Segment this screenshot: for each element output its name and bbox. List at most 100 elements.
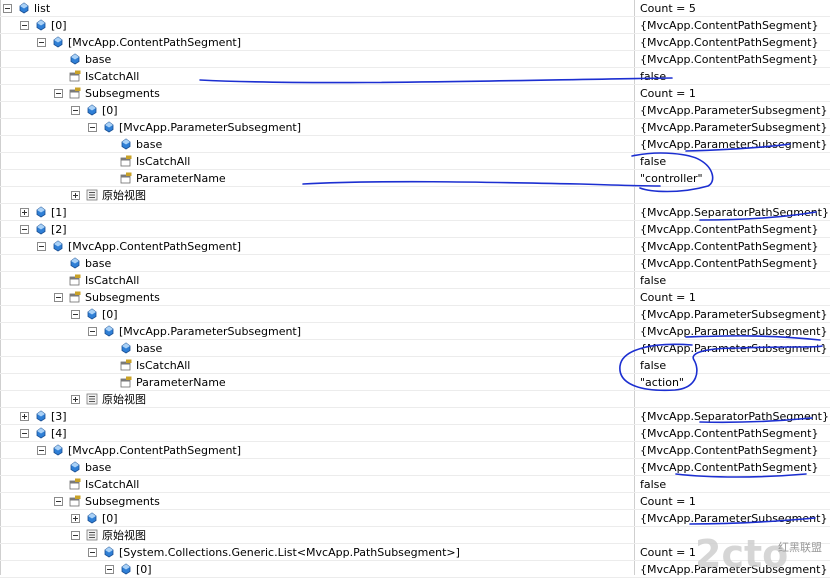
property-icon (120, 172, 132, 184)
collapse-toggle[interactable] (71, 106, 80, 115)
row-value[interactable]: {MvcApp.ParameterSubsegment} (640, 323, 827, 340)
expand-toggle[interactable] (20, 412, 29, 421)
watch-row[interactable]: [4] {MvcApp.ContentPathSegment} (0, 425, 830, 442)
watch-row[interactable]: base {MvcApp.ContentPathSegment} (0, 51, 830, 68)
collapse-toggle[interactable] (20, 429, 29, 438)
watch-row[interactable]: list Count = 5 (0, 0, 830, 17)
row-value[interactable]: {MvcApp.ContentPathSegment} (640, 255, 818, 272)
watch-row[interactable]: [MvcApp.ParameterSubsegment] {MvcApp.Para… (0, 323, 830, 340)
row-value[interactable]: {MvcApp.ParameterSubsegment} (640, 136, 827, 153)
watch-row[interactable]: [3] {MvcApp.SeparatorPathSegment} (0, 408, 830, 425)
collapse-toggle[interactable] (88, 123, 97, 132)
row-value[interactable]: {MvcApp.ContentPathSegment} (640, 425, 818, 442)
row-value[interactable]: "action" (640, 374, 684, 391)
watch-row[interactable]: [2] {MvcApp.ContentPathSegment} (0, 221, 830, 238)
collapse-toggle[interactable] (88, 327, 97, 336)
object-icon (36, 410, 46, 422)
row-value[interactable]: Count = 1 (640, 544, 696, 561)
expand-toggle[interactable] (20, 208, 29, 217)
row-value[interactable]: {MvcApp.ContentPathSegment} (640, 459, 818, 476)
watch-row[interactable]: Subsegments Count = 1 (0, 493, 830, 510)
collapse-toggle[interactable] (105, 565, 114, 574)
watch-row[interactable]: ParameterName "controller" (0, 170, 830, 187)
watch-row[interactable]: base {MvcApp.ContentPathSegment} (0, 459, 830, 476)
watch-row[interactable]: base {MvcApp.ContentPathSegment} (0, 255, 830, 272)
row-value[interactable]: Count = 1 (640, 289, 696, 306)
watch-row[interactable]: base {MvcApp.ParameterSubsegment} (0, 340, 830, 357)
row-value[interactable]: {MvcApp.ParameterSubsegment} (640, 306, 827, 323)
watch-row[interactable]: [0] {MvcApp.ParameterSubsegment} (0, 306, 830, 323)
row-value[interactable]: {MvcApp.SeparatorPathSegment} (640, 408, 829, 425)
expand-toggle[interactable] (71, 395, 80, 404)
row-value[interactable]: false (640, 272, 666, 289)
row-value[interactable]: false (640, 357, 666, 374)
watch-row[interactable]: [MvcApp.ContentPathSegment] {MvcApp.Conte… (0, 238, 830, 255)
expand-toggle[interactable] (71, 514, 80, 523)
row-value[interactable]: "controller" (640, 170, 703, 187)
collapse-toggle[interactable] (3, 4, 12, 13)
collapse-toggle[interactable] (37, 242, 46, 251)
collapse-toggle[interactable] (20, 225, 29, 234)
watch-row[interactable]: ParameterName "action" (0, 374, 830, 391)
collapse-toggle[interactable] (54, 89, 63, 98)
collapse-toggle[interactable] (88, 548, 97, 557)
row-value[interactable]: {MvcApp.SeparatorPathSegment} (640, 204, 829, 221)
row-value[interactable]: {MvcApp.ParameterSubsegment} (640, 340, 827, 357)
row-value[interactable]: {MvcApp.ContentPathSegment} (640, 442, 818, 459)
watch-row[interactable]: [1] {MvcApp.SeparatorPathSegment} (0, 204, 830, 221)
watch-row[interactable]: [0] {MvcApp.ParameterSubsegment} (0, 102, 830, 119)
raw-view-icon (86, 529, 98, 541)
watermark-caption: 红黑联盟 (778, 541, 822, 554)
watch-row[interactable]: IsCatchAll false (0, 68, 830, 85)
row-value[interactable]: {MvcApp.ContentPathSegment} (640, 17, 818, 34)
watch-row[interactable]: IsCatchAll false (0, 153, 830, 170)
collapse-toggle[interactable] (37, 38, 46, 47)
watch-row[interactable]: 原始视图 (0, 391, 830, 408)
object-icon (70, 461, 80, 473)
expand-toggle[interactable] (71, 191, 80, 200)
watch-row[interactable]: [MvcApp.ContentPathSegment] {MvcApp.Conte… (0, 34, 830, 51)
collapse-toggle[interactable] (54, 293, 63, 302)
watch-row[interactable]: Subsegments Count = 1 (0, 289, 830, 306)
object-icon (53, 444, 63, 456)
row-name: 原始视图 (102, 393, 146, 406)
collapse-toggle[interactable] (37, 446, 46, 455)
watch-row[interactable]: [MvcApp.ContentPathSegment] {MvcApp.Conte… (0, 442, 830, 459)
watermark-logo: 2cto 红黑联盟 (695, 532, 822, 576)
property-icon (69, 70, 81, 82)
watch-row[interactable]: IsCatchAll false (0, 272, 830, 289)
watch-row[interactable]: [0] {MvcApp.ContentPathSegment} (0, 17, 830, 34)
collapse-toggle[interactable] (71, 531, 80, 540)
watch-row[interactable]: IsCatchAll false (0, 357, 830, 374)
row-name: list (34, 2, 51, 15)
row-value[interactable]: {MvcApp.ContentPathSegment} (640, 51, 818, 68)
row-value[interactable]: {MvcApp.ParameterSubsegment} (640, 510, 827, 527)
collapse-toggle[interactable] (54, 497, 63, 506)
watch-row[interactable]: base {MvcApp.ParameterSubsegment} (0, 136, 830, 153)
row-value[interactable]: Count = 5 (640, 0, 696, 17)
watch-row[interactable]: [0] {MvcApp.ParameterSubsegment} (0, 510, 830, 527)
row-value[interactable]: false (640, 476, 666, 493)
watch-row[interactable]: 原始视图 (0, 187, 830, 204)
row-value[interactable]: {MvcApp.ContentPathSegment} (640, 221, 818, 238)
row-value[interactable]: {MvcApp.ContentPathSegment} (640, 34, 818, 51)
watch-row[interactable]: [MvcApp.ParameterSubsegment] {MvcApp.Para… (0, 119, 830, 136)
row-name: [MvcApp.ContentPathSegment] (68, 240, 242, 253)
collapse-toggle[interactable] (20, 21, 29, 30)
collapse-toggle[interactable] (71, 310, 80, 319)
row-name: base (136, 138, 163, 151)
row-value[interactable]: Count = 1 (640, 493, 696, 510)
property-icon (120, 155, 132, 167)
object-icon (87, 308, 97, 320)
row-value[interactable]: false (640, 68, 666, 85)
row-value[interactable]: false (640, 153, 666, 170)
row-value[interactable]: Count = 1 (640, 85, 696, 102)
property-icon (69, 291, 81, 303)
row-value[interactable]: {MvcApp.ContentPathSegment} (640, 238, 818, 255)
row-value[interactable]: {MvcApp.ParameterSubsegment} (640, 119, 827, 136)
watch-row[interactable]: IsCatchAll false (0, 476, 830, 493)
watch-row[interactable]: Subsegments Count = 1 (0, 85, 830, 102)
watermark: 2cto 红黑联盟 (690, 527, 830, 576)
row-value[interactable]: {MvcApp.ParameterSubsegment} (640, 102, 827, 119)
object-icon (36, 206, 46, 218)
